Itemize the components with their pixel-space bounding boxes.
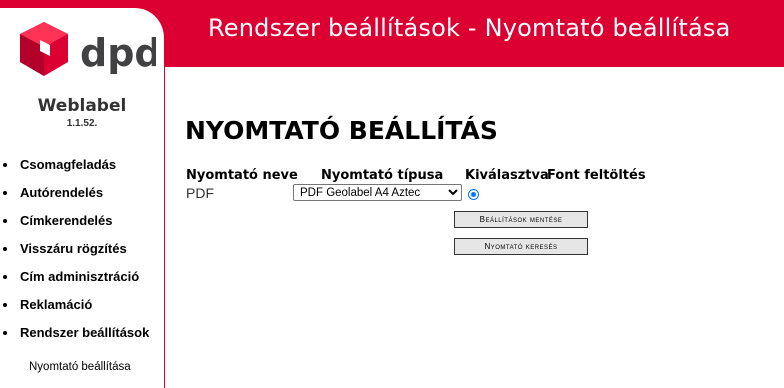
sidebar-item-rendszer-beallitasok[interactable]: Rendszer beállítások (0, 325, 164, 353)
sidebar-subitem-nyomtato-beallitasa[interactable]: Nyomtató beállítása (29, 361, 131, 373)
column-header-font-upload: Font feltöltés (547, 168, 646, 183)
sidebar-item-autorendeles[interactable]: Autórendelés (0, 185, 164, 213)
page-title: NYOMTATÓ BEÁLLÍTÁS (185, 116, 498, 145)
sidebar-item-visszaru-rogzites[interactable]: Visszáru rögzítés (0, 241, 164, 269)
sidebar-item-cimkerendeles[interactable]: Címkerendelés (0, 213, 164, 241)
logo-wordmark: dpd (80, 31, 156, 75)
sidebar-item-csomagfeladas[interactable]: Csomagfeladás (0, 157, 164, 185)
printer-selected-radio[interactable] (468, 189, 479, 200)
column-header-type: Nyomtató típusa (321, 168, 444, 183)
column-header-name: Nyomtató neve (186, 168, 298, 183)
header-title: Rendszer beállítások - Nyomtató beállítá… (208, 14, 731, 42)
search-printer-button[interactable]: Nyomtató keresés (454, 238, 588, 255)
sidebar-nav: Csomagfeladás Autórendelés Címkerendelés… (0, 157, 164, 353)
column-header-selected: Kiválasztva (465, 168, 549, 183)
dpd-logo: dpd (20, 22, 156, 76)
printer-type-select[interactable]: PDF Geolabel A4 Aztec (293, 184, 462, 201)
sidebar-item-reklamacio[interactable]: Reklamáció (0, 297, 164, 325)
sidebar-item-cim-adminisztracio[interactable]: Cím adminisztráció (0, 269, 164, 297)
brand-version: 1.1.52. (66, 118, 98, 129)
printer-name-cell: PDF (186, 185, 214, 201)
save-settings-button[interactable]: Beállítások mentése (454, 211, 588, 228)
brand-name: Weblabel (37, 96, 127, 116)
